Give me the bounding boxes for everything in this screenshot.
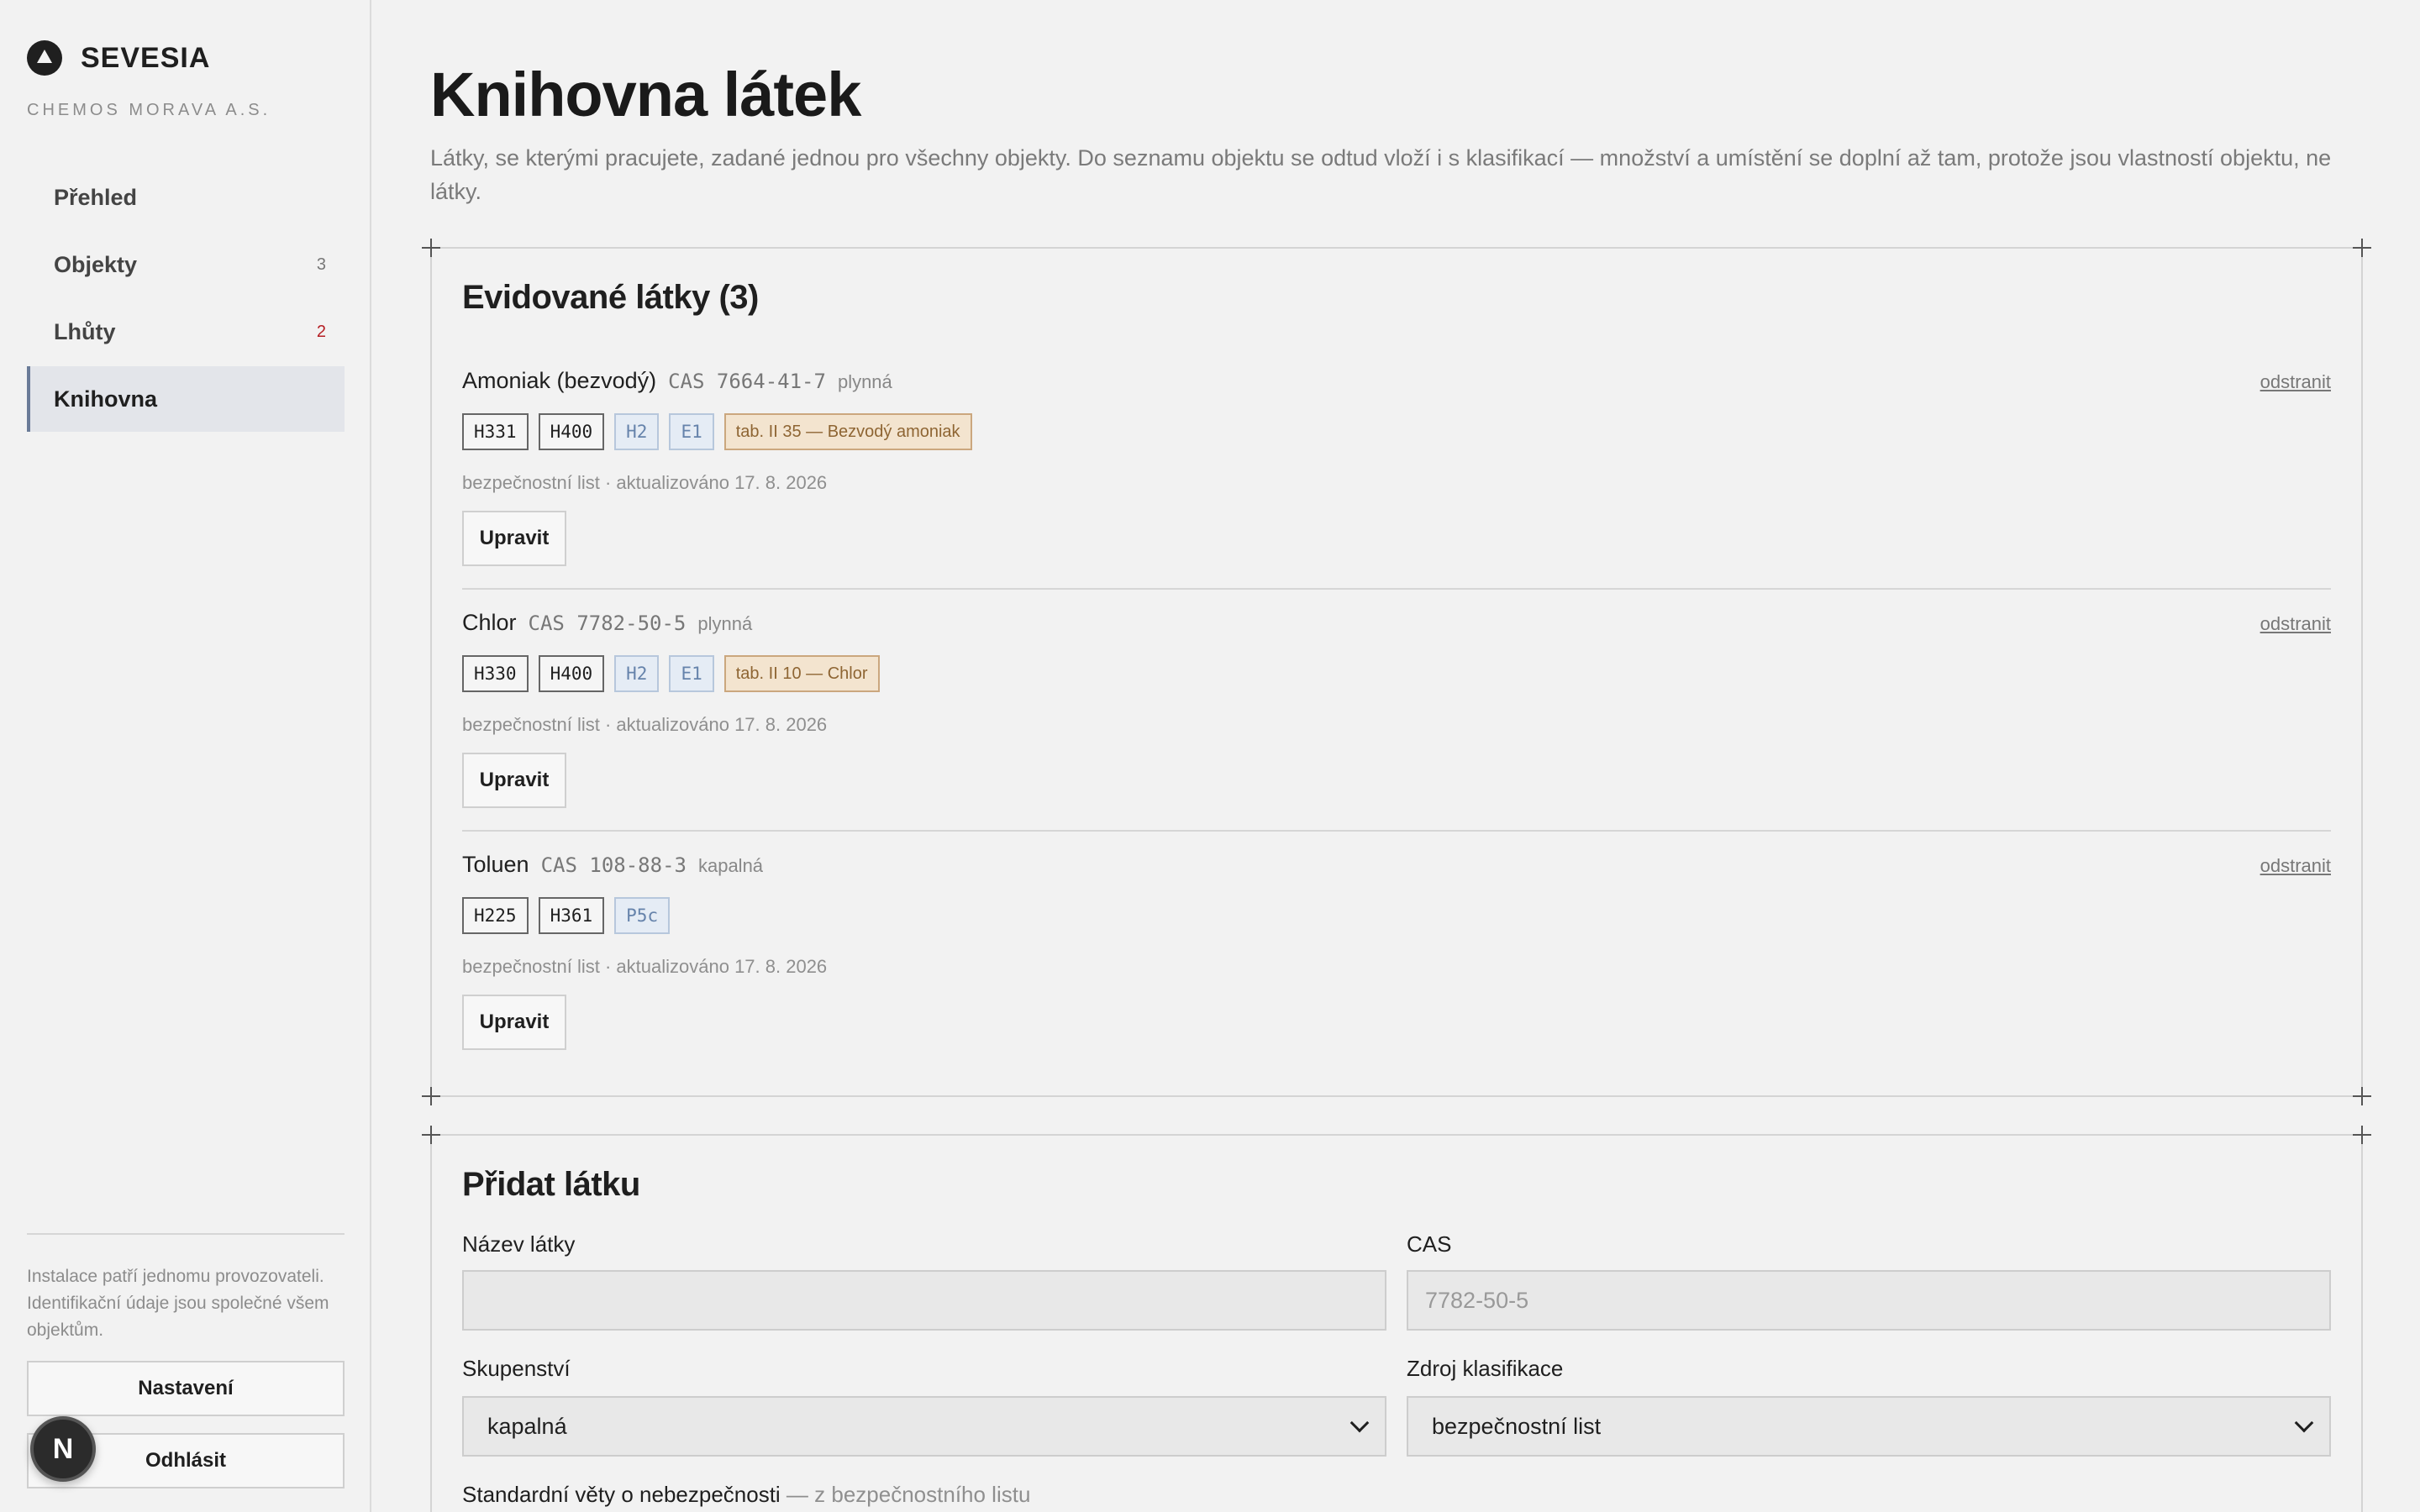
substance-item: Amoniak (bezvodý) CAS 7664-41-7 plynná o… [462, 368, 2331, 610]
classification-chips: H225 H361 P5c [462, 897, 671, 934]
substance-header: Amoniak (bezvodý) CAS 7664-41-7 plynná [462, 368, 892, 394]
substance-header: Chlor CAS 7782-50-5 plynná [462, 610, 752, 636]
page-title: Knihovna látek [430, 60, 861, 129]
substance-name-input[interactable] [462, 1270, 1386, 1331]
substance-meta: bezpečnostní list · aktualizováno 17. 8.… [462, 714, 828, 735]
page-description: Látky, se kterými pracujete, zadané jedn… [430, 145, 2332, 204]
sidebar-item-prehled[interactable]: Přehled [27, 165, 345, 230]
substance-header: Toluen CAS 108-88-3 kapalná [462, 852, 763, 878]
sidebar-item-objekty[interactable]: Objekty 3 [27, 232, 345, 297]
sidebar-nav: Přehled Objekty 3 Lhůty 2 Knihovna [27, 165, 345, 433]
hazard-statements-hint: — z bezpečnostního listu [780, 1482, 1031, 1507]
chevron-down-icon [2294, 1413, 2314, 1433]
source-label: Zdroj klasifikace [1407, 1356, 1564, 1381]
source-select-value: bezpečnostní list [1432, 1414, 1602, 1439]
state-select[interactable]: kapalná [462, 1396, 1386, 1457]
seveso-category-chip: H2 [614, 655, 660, 692]
triangle-logo-icon [27, 40, 62, 76]
brand-name: SEVESIA [81, 41, 211, 74]
substance-meta: bezpečnostní list · aktualizováno 17. 8.… [462, 472, 828, 493]
hazard-code-chip: H331 [462, 413, 529, 450]
edit-button[interactable]: Upravit [462, 995, 566, 1050]
edit-button[interactable]: Upravit [462, 511, 566, 566]
corner-mark-icon [422, 1087, 440, 1105]
operator-note: Instalace patří jednomu provozovateli. I… [27, 1267, 329, 1340]
classification-source-select[interactable]: bezpečnostní list [1407, 1396, 2331, 1457]
sidebar-item-label: Přehled [54, 184, 138, 210]
seveso-category-chip: E1 [669, 655, 714, 692]
cas-label: CAS [1407, 1231, 1452, 1257]
remove-link[interactable]: odstranit [2260, 613, 2331, 635]
substance-name: Amoniak (bezvodý) [462, 368, 657, 393]
substance-item: Toluen CAS 108-88-3 kapalná odstranit H2… [462, 852, 2331, 1094]
corner-mark-icon [422, 239, 440, 257]
hazard-code-chip: H225 [462, 897, 529, 934]
hazard-statements-label: Standardní věty o nebezpečnosti — z bezp… [462, 1482, 1030, 1508]
substance-state: plynná [697, 613, 753, 634]
sidebar-item-label: Lhůty [54, 318, 116, 344]
hazard-code-chip: H400 [538, 413, 605, 450]
substance-list-panel: Evidované látky (3) Amoniak (bezvodý) CA… [422, 239, 2371, 1105]
substance-state: kapalná [697, 855, 764, 876]
brand[interactable]: SEVESIA [27, 40, 210, 76]
seveso-category-chip: E1 [669, 413, 714, 450]
substance-item: Chlor CAS 7782-50-5 plynná odstranit H33… [462, 610, 2331, 852]
sidebar-item-count-alert: 2 [316, 322, 326, 341]
corner-mark-icon [2353, 239, 2371, 257]
substance-cas: CAS 7782-50-5 [528, 612, 687, 635]
sidebar-item-count: 3 [316, 255, 326, 274]
substance-name: Chlor [462, 610, 517, 635]
remove-link[interactable]: odstranit [2260, 371, 2331, 393]
classification-chips: H330 H400 H2 E1 tab. II 10 — Chlor [462, 655, 880, 692]
hazard-code-chip: H400 [538, 655, 605, 692]
divider [462, 588, 2331, 590]
hazard-code-chip: H361 [538, 897, 605, 934]
name-label: Název látky [462, 1231, 576, 1257]
edit-button[interactable]: Upravit [462, 753, 566, 808]
dev-tools-badge[interactable]: N [30, 1416, 96, 1482]
cas-input[interactable]: 7782-50-5 [1407, 1270, 2331, 1331]
named-substance-chip: tab. II 10 — Chlor [723, 655, 880, 692]
sidebar-item-lhuty[interactable]: Lhůty 2 [27, 299, 345, 365]
sidebar-item-label: Objekty [54, 251, 138, 277]
add-substance-panel: Přidat látku Název látky CAS 7782-50-5 S… [422, 1126, 2371, 1512]
substance-name: Toluen [462, 852, 529, 877]
substance-meta: bezpečnostní list · aktualizováno 17. 8.… [462, 956, 828, 977]
substance-cas: CAS 7664-41-7 [668, 370, 826, 393]
state-label: Skupenství [462, 1356, 571, 1381]
classification-chips: H331 H400 H2 E1 tab. II 35 — Bezvodý amo… [462, 413, 972, 450]
state-select-value: kapalná [487, 1414, 567, 1439]
chevron-down-icon [1349, 1413, 1370, 1433]
settings-button[interactable]: Nastavení [27, 1361, 345, 1416]
corner-mark-icon [2353, 1126, 2371, 1144]
substance-cas: CAS 108-88-3 [540, 853, 687, 877]
corner-mark-icon [422, 1126, 440, 1144]
substance-list-title: Evidované látky (3) [462, 279, 759, 316]
hazard-code-chip: H330 [462, 655, 529, 692]
add-substance-title: Přidat látku [462, 1166, 640, 1203]
named-substance-chip: tab. II 35 — Bezvodý amoniak [723, 413, 972, 450]
sidebar-item-label: Knihovna [54, 386, 158, 412]
hazard-statements-label-text: Standardní věty o nebezpečnosti [462, 1482, 781, 1507]
seveso-category-chip: H2 [614, 413, 660, 450]
divider [462, 830, 2331, 832]
sidebar-item-knihovna[interactable]: Knihovna [27, 366, 345, 432]
remove-link[interactable]: odstranit [2260, 855, 2331, 877]
organization-name: CHEMOS MORAVA A.S. [27, 101, 271, 119]
seveso-category-chip: P5c [614, 897, 671, 934]
sidebar: SEVESIA CHEMOS MORAVA A.S. Přehled Objek… [0, 0, 371, 1512]
corner-mark-icon [2353, 1087, 2371, 1105]
substance-state: plynná [837, 371, 892, 392]
